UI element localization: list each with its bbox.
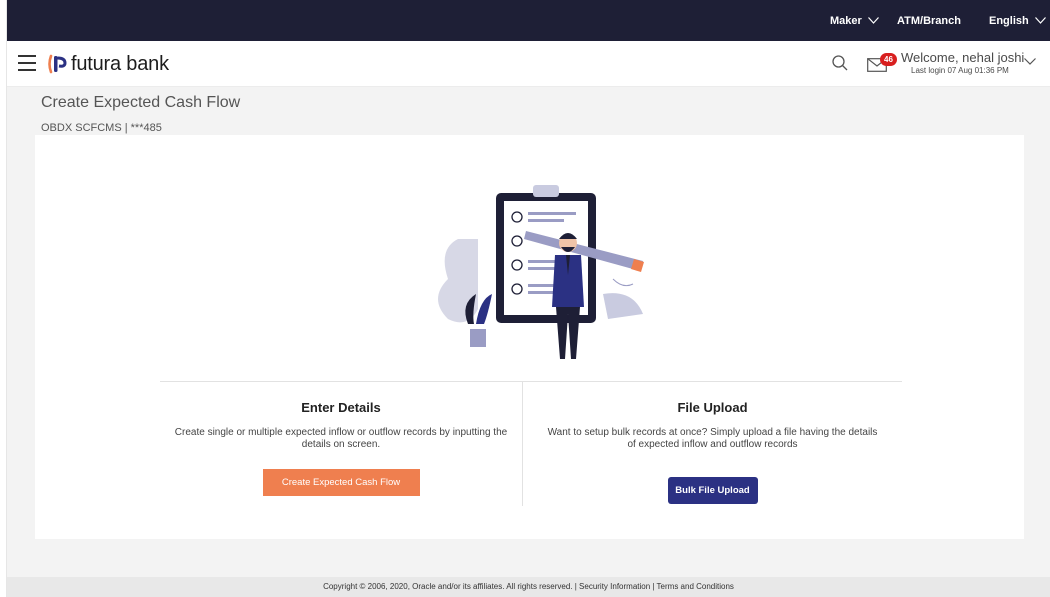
bank-logo[interactable]: futura bank <box>47 51 169 77</box>
page-subtitle: OBDX SCFCMS | ***485 <box>41 122 162 134</box>
file-upload-option: File Upload Want to setup bulk records a… <box>523 382 902 506</box>
chevron-down-icon <box>867 17 879 24</box>
page-title: Create Expected Cash Flow <box>41 94 241 111</box>
role-label: Maker <box>830 14 862 27</box>
checklist-illustration <box>438 185 644 359</box>
role-switcher[interactable]: Maker <box>830 0 879 41</box>
atm-branch-label: ATM/Branch <box>897 14 961 27</box>
atm-branch-link[interactable]: ATM/Branch <box>897 0 961 41</box>
enter-details-description: Create single or multiple expected inflo… <box>174 427 508 450</box>
notifications-button[interactable]: 46 <box>865 53 903 75</box>
bulk-file-upload-button[interactable]: Bulk File Upload <box>667 477 758 504</box>
chevron-down-icon <box>1034 17 1046 24</box>
enter-details-title: Enter Details <box>301 400 381 415</box>
chevron-down-icon <box>1024 58 1036 65</box>
brand-name: futura bank <box>71 52 169 75</box>
search-button[interactable] <box>831 54 851 74</box>
options-card: Enter Details Create single or multiple … <box>35 135 1024 539</box>
last-login-text: Last login 07 Aug 01:36 PM <box>911 66 1009 75</box>
footer: Copyright © 2006, 2020, Oracle and/or it… <box>7 577 1050 597</box>
file-upload-title: File Upload <box>677 400 748 415</box>
footer-text: Copyright © 2006, 2020, Oracle and/or it… <box>323 582 734 591</box>
search-icon <box>832 55 848 71</box>
futura-logo-icon <box>48 54 67 74</box>
user-menu[interactable]: Welcome, nehal joshi Last login 07 Aug 0… <box>901 50 1041 75</box>
welcome-text: Welcome, nehal joshi <box>901 50 1025 65</box>
create-expected-cash-flow-button[interactable]: Create Expected Cash Flow <box>262 469 420 496</box>
window-left-edge <box>0 0 7 597</box>
main-content: Create Expected Cash Flow OBDX SCFCMS | … <box>7 87 1050 577</box>
top-utility-bar: Maker ATM/Branch English <box>7 0 1050 41</box>
language-selector[interactable]: English <box>989 0 1046 41</box>
enter-details-option: Enter Details Create single or multiple … <box>160 382 523 506</box>
language-label: English <box>989 14 1029 27</box>
menu-icon[interactable] <box>18 55 36 71</box>
file-upload-description: Want to setup bulk records at once? Simp… <box>547 427 878 450</box>
main-header: futura bank 46 Welcome, nehal joshi Last… <box>7 41 1050 87</box>
notification-count-badge: 46 <box>880 53 897 66</box>
upload-options: Enter Details Create single or multiple … <box>160 381 902 506</box>
